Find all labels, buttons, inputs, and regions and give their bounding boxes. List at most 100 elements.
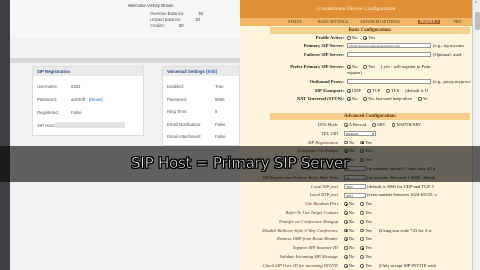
radio-button[interactable] [360,219,365,224]
radio-option[interactable]: A Record [344,122,366,127]
tel-uri-select[interactable]: Disabled ▾ [344,131,376,137]
radio-button[interactable] [344,140,348,145]
radio-button[interactable] [344,219,348,224]
tab-status[interactable]: STATUS [288,20,302,24]
chevron-down-icon: ▾ [372,132,374,137]
radio-option[interactable]: UDP [347,88,361,93]
balance-value: $0 [178,23,184,28]
radio-button[interactable] [367,89,371,93]
hint: (Optional, used [433,52,462,57]
radio-option[interactable]: No [344,236,354,241]
radio-option[interactable]: No [347,96,357,101]
radio-button[interactable] [347,36,351,40]
radio-option[interactable]: Yes [360,140,372,145]
radio-button[interactable] [363,36,368,40]
radio-option[interactable]: TLS [386,88,399,93]
radio-button[interactable] [360,263,365,268]
tab-basic-settings[interactable]: BASIC SETTINGS [318,20,348,24]
radio-option[interactable]: Yes [360,210,372,215]
advanced-value: No Yes [344,219,378,224]
radio-button[interactable] [347,65,351,69]
close-icon[interactable]: × [473,1,479,7]
sip-info-value: 6364 [71,84,81,89]
radio-option[interactable]: No [344,245,354,250]
radio-option[interactable]: Yes [363,64,375,69]
radio-option[interactable]: SRV [372,122,386,127]
radio-option[interactable]: Yes [360,236,372,242]
radio-label: SRV [377,122,386,127]
basic-value: UDP TCP TLS (default is U [347,88,428,93]
radio-label: Yes [365,236,372,242]
radio-button[interactable] [344,123,348,127]
radio-option[interactable]: Yes [360,245,372,251]
radio-label: No [351,64,358,69]
radio-button[interactable] [344,237,348,242]
radio-option[interactable]: Yes [360,228,372,233]
radio-button[interactable] [363,65,368,69]
radio-option[interactable]: Yes [360,254,372,259]
radio-button[interactable] [344,228,348,233]
radio-button[interactable] [344,246,348,251]
radio-button[interactable] [347,89,351,93]
tab-advanced-settings[interactable]: ADVANCED SETTINGS [360,20,400,24]
radio-option[interactable]: No [344,254,354,259]
advanced-value: No Yes [344,140,378,145]
failover-sip-server-input[interactable] [347,52,431,58]
voicemail-edit-link[interactable]: [Edit] [206,69,217,74]
radio-option[interactable]: No [344,219,354,224]
hint: (Using star code *23 for 3-w [378,227,432,233]
radio-option[interactable]: Yes [360,201,372,207]
advanced-input[interactable]: 5062 [344,184,366,190]
radio-button[interactable] [360,255,365,259]
radio-option[interactable]: No, but send keep-alive [363,96,412,101]
basic-value: global.tpvoiceconnectsanonymity.com (e.g.… [347,43,464,49]
radio-button[interactable] [344,263,348,268]
radio-option[interactable]: No [344,228,354,233]
radio-button[interactable] [344,202,348,207]
primary-sip-server-input[interactable]: global.tpvoiceconnectsanonymity.com [347,43,431,49]
radio-button[interactable] [344,211,348,215]
radio-button[interactable] [363,97,368,101]
radio-option[interactable]: No [344,201,354,206]
radio-button[interactable] [417,97,422,101]
radio-option[interactable]: No [344,210,354,215]
advanced-value: No Yes [344,210,378,215]
customer-portal-panel: Welcome Victory Brown Overdue Balance: $0… [0,0,240,270]
hint: expires) [347,70,362,75]
radio-label: No [348,245,355,251]
radio-label: No [351,35,358,40]
balance-row: Credits: $0 [150,23,184,28]
balance-label: Overdue Balance: [150,11,185,16]
radio-option[interactable]: No [347,64,357,69]
radio-label: Yes [365,210,372,215]
radio-option[interactable]: No [347,35,357,40]
radio-button[interactable] [360,202,365,207]
radio-button[interactable] [360,237,365,242]
radio-option[interactable]: Yes [360,219,372,224]
voicemail-info-label: Enabled: [167,84,184,89]
radio-button[interactable] [386,89,391,93]
outbound-proxy-input[interactable] [347,79,431,85]
radio-button[interactable] [360,211,365,215]
tab-pro[interactable]: PRO [454,20,461,24]
radio-option[interactable]: No [344,263,354,268]
advanced-input[interactable]: 5004 [344,192,366,198]
radio-option[interactable]: Ye [417,96,428,101]
radio-button[interactable] [347,97,351,101]
radio-option[interactable]: Yes [363,35,375,40]
radio-button[interactable] [344,255,348,259]
radio-button[interactable] [372,123,377,127]
radio-option[interactable]: Yes [360,263,372,268]
vertical-scrollbar[interactable] [472,0,480,270]
radio-option[interactable]: No [344,140,354,145]
reset-password-link[interactable]: [Reset] [89,97,103,102]
radio-option[interactable]: TCP [367,88,380,93]
radio-button[interactable] [391,123,396,127]
voicemail-settings-card: Voicemail Settings [Edit] Enabled: True Pa… [162,66,240,146]
radio-option[interactable]: NAPTR/SRV [391,122,421,127]
scrollbar-thumb[interactable] [474,12,480,30]
radio-button[interactable] [360,228,365,233]
radio-button[interactable] [360,246,365,251]
radio-button[interactable] [360,140,365,145]
tab-profile-1[interactable]: PROFILE 1 [418,19,441,24]
